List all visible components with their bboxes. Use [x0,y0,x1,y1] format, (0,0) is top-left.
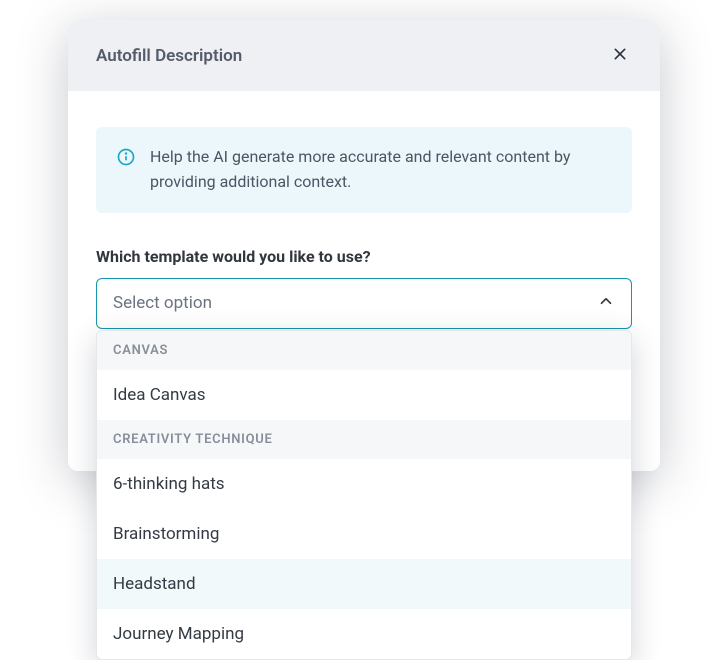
info-text: Help the AI generate more accurate and r… [150,145,612,195]
close-icon [612,46,628,65]
chevron-up-icon [597,292,615,315]
template-select[interactable]: Select option [96,278,632,329]
info-icon [116,147,136,167]
dropdown-option[interactable]: Brainstorming [97,509,631,559]
select-placeholder: Select option [113,293,212,313]
modal-title: Autofill Description [96,46,242,66]
modal-header: Autofill Description [68,20,660,91]
modal-body: Help the AI generate more accurate and r… [68,91,660,471]
dropdown-group-header: CANVAS [97,331,631,370]
dropdown-option[interactable]: Headstand [97,559,631,609]
autofill-modal: Autofill Description Help the AI generat… [68,20,660,471]
dropdown-option[interactable]: Journey Mapping [97,609,631,659]
dropdown-option[interactable]: Idea Canvas [97,370,631,420]
template-select-wrapper: Select option CANVASIdea CanvasCREATIVIT… [96,278,632,329]
template-dropdown: CANVASIdea CanvasCREATIVITY TECHNIQUE6-t… [96,330,632,660]
dropdown-group-header: CREATIVITY TECHNIQUE [97,420,631,459]
template-field-label: Which template would you like to use? [96,247,632,266]
close-button[interactable] [608,42,632,69]
dropdown-option[interactable]: 6-thinking hats [97,459,631,509]
info-banner: Help the AI generate more accurate and r… [96,127,632,213]
